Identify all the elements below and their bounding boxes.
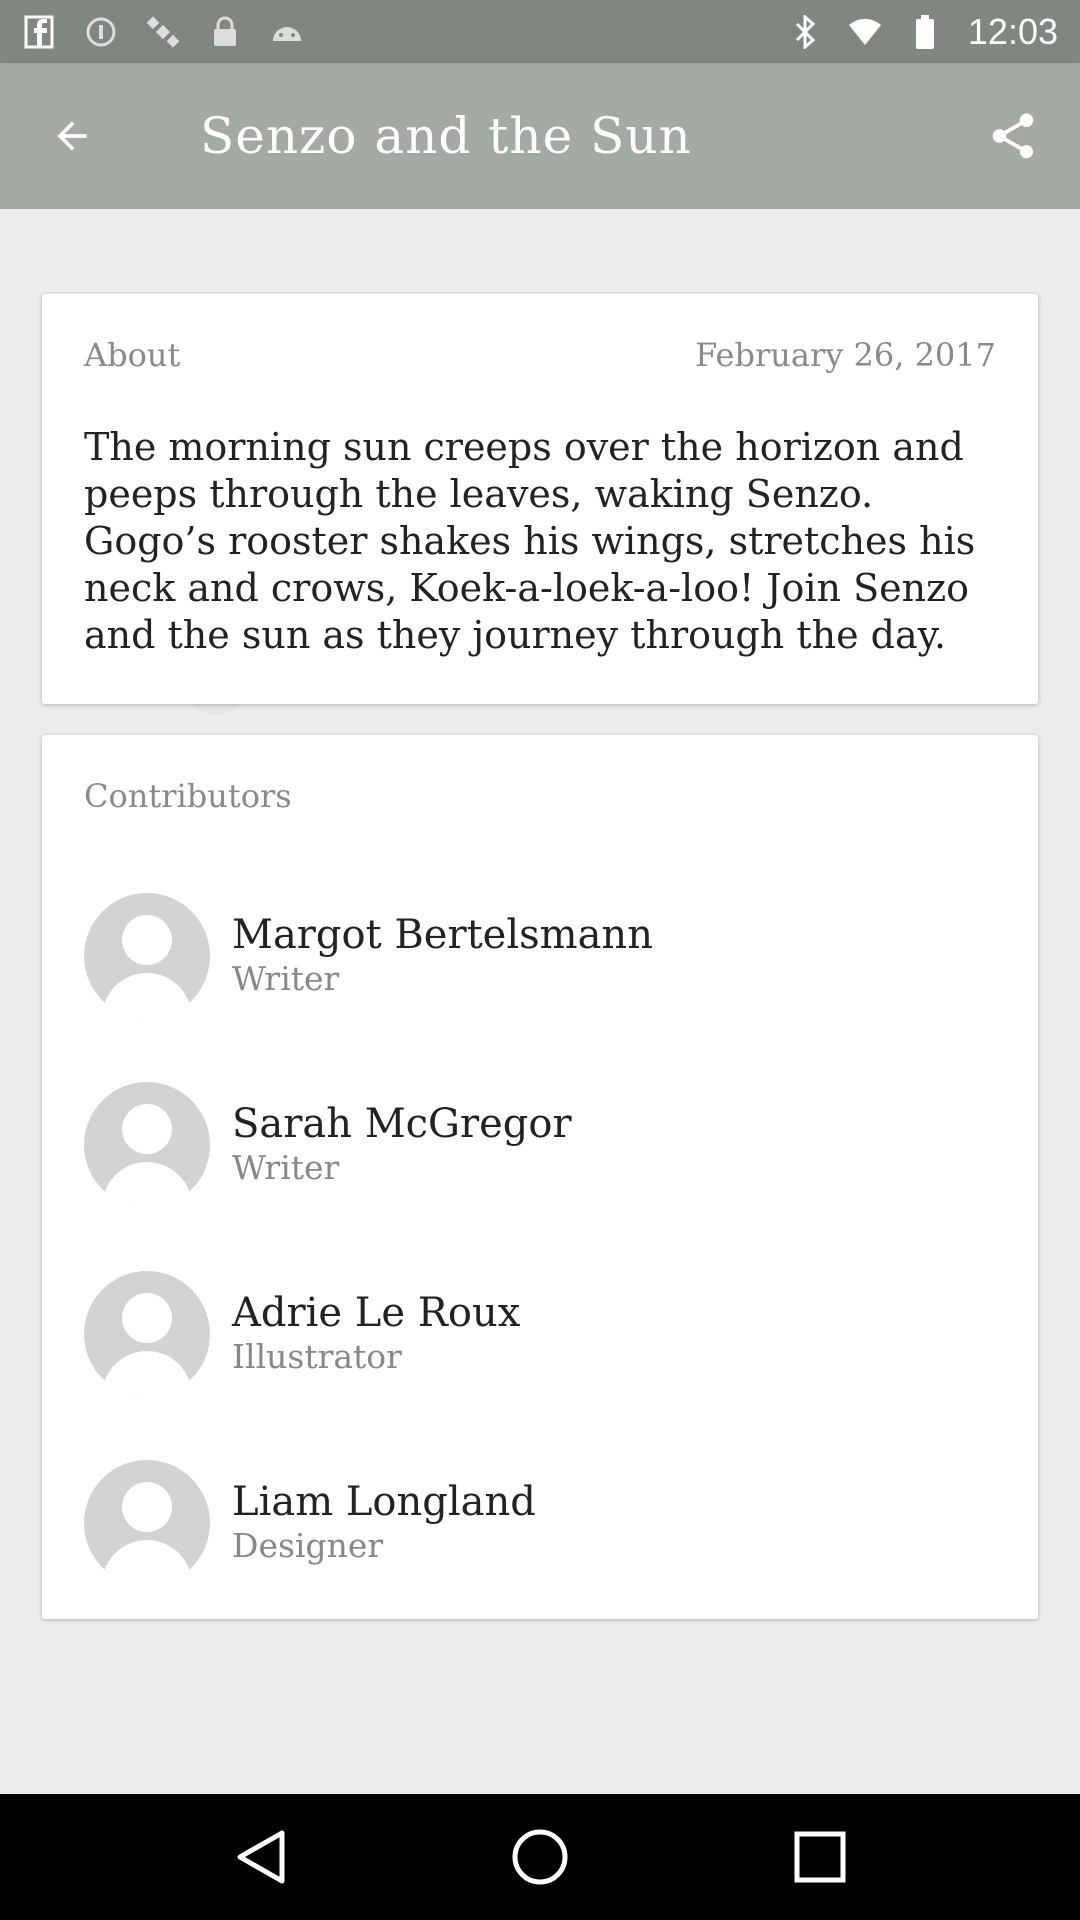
share-button[interactable] [968,91,1058,181]
app-bar: Senzo and the Sun [0,63,1080,209]
battery-icon [908,14,942,49]
contributor-item[interactable]: Adrie Le Roux Illustrator [84,1271,984,1397]
bluetooth-icon [788,14,822,49]
contributor-role: Illustrator [232,1337,402,1376]
back-button[interactable] [22,86,122,186]
share-icon [992,113,1034,159]
about-label: About [84,336,181,374]
about-description: The morning sun creeps over the horizon … [84,425,976,657]
status-time: 12:03 [967,10,1058,52]
avatar [84,1082,210,1208]
lock-icon [208,15,242,49]
status-bar: 12:03 [0,0,1080,63]
nav-home-button[interactable] [495,1812,585,1902]
avatar [84,1271,210,1397]
android-icon [270,15,304,49]
system-nav-bar [0,1794,1080,1920]
nav-recents-button[interactable] [775,1812,865,1902]
contributor-item[interactable]: Liam Longland Designer [84,1460,984,1586]
arrow-back-icon [57,121,87,151]
contributors-card: Contributors Margot Bertelsmann Writer S… [42,735,1038,1619]
about-date: February 26, 2017 [695,336,996,374]
contributor-name: Liam Longland [232,1479,536,1525]
contributor-role: Writer [232,959,340,998]
contributor-name: Sarah McGregor [232,1101,572,1147]
satellite-icon [146,15,180,49]
page-title: Senzo and the Sun [200,107,692,165]
contributor-item[interactable]: Margot Bertelsmann Writer [84,893,984,1019]
nav-back-button[interactable] [215,1812,305,1902]
info-icon [84,15,118,49]
contributors-title: Contributors [84,777,292,815]
facebook-icon [22,15,56,49]
avatar [84,893,210,1019]
avatar [84,1460,210,1586]
contributor-item[interactable]: Sarah McGregor Writer [84,1082,984,1208]
contributor-role: Designer [232,1526,384,1565]
about-card: About February 26, 2017 The morning sun … [42,294,1038,704]
contributors-list: Margot Bertelsmann Writer Sarah McGregor… [84,893,984,1649]
contributor-name: Adrie Le Roux [232,1290,521,1336]
contributor-role: Writer [232,1148,340,1187]
triangle-back-icon [237,1830,285,1884]
circle-home-icon [512,1829,568,1885]
content-area[interactable]: About February 26, 2017 The morning sun … [0,209,1080,1794]
square-recents-icon [794,1831,846,1883]
contributor-name: Margot Bertelsmann [232,912,653,958]
wifi-icon [848,15,882,49]
